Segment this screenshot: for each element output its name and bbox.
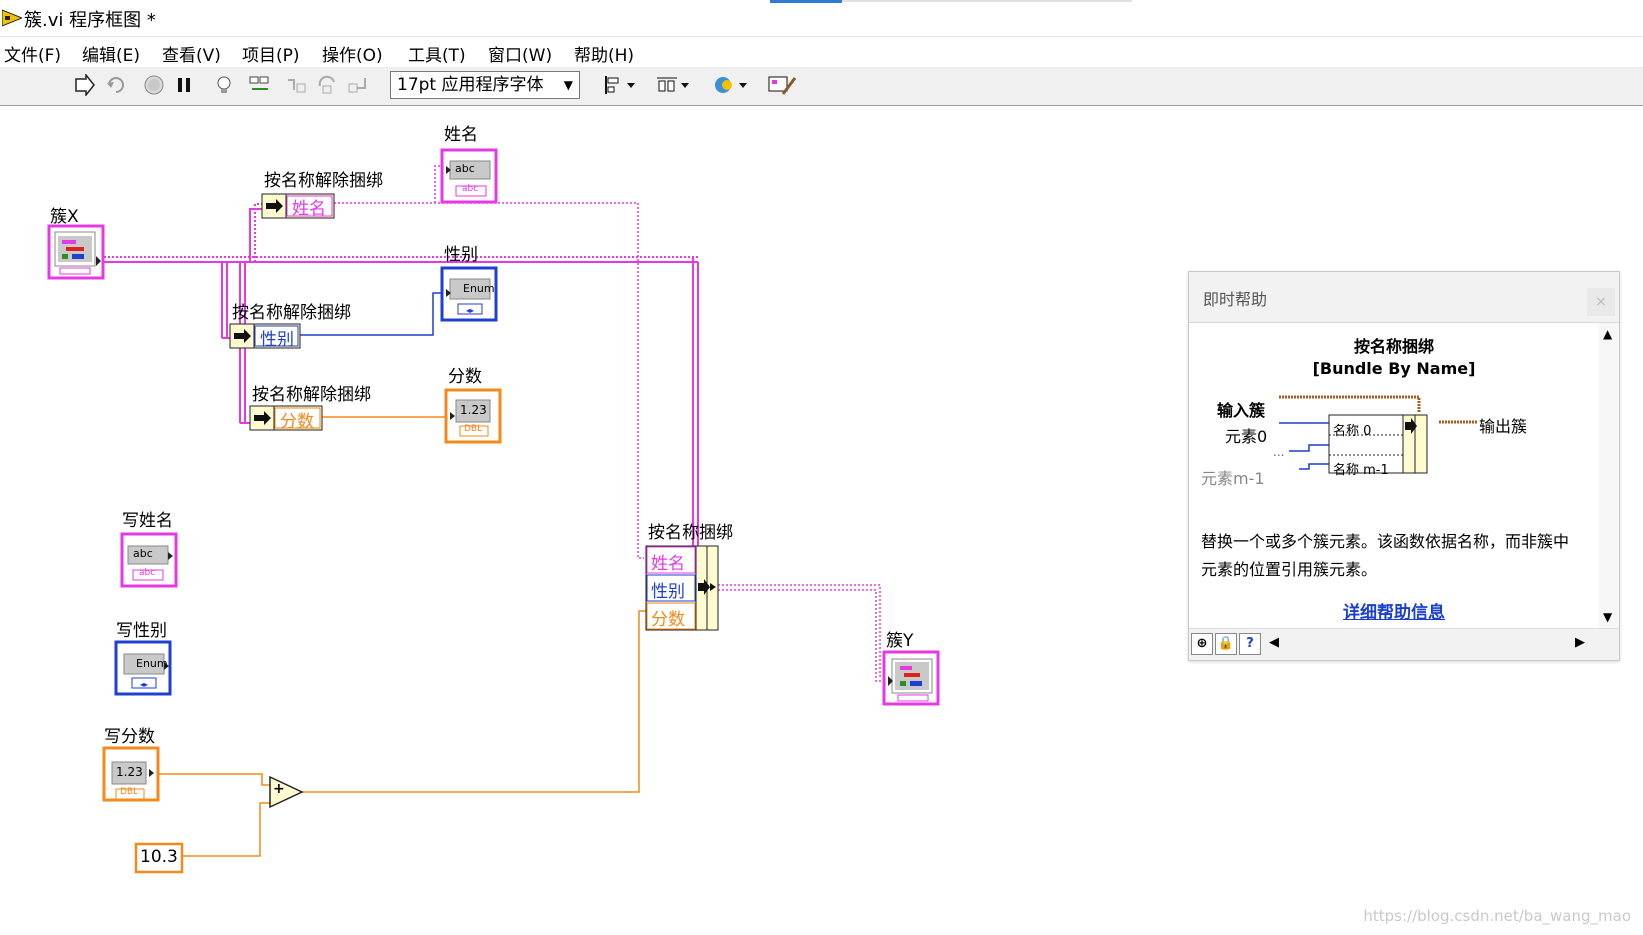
reorder-icon[interactable] xyxy=(712,73,750,97)
name-indicator[interactable] xyxy=(440,148,498,204)
unbundle3-element[interactable]: 分数 xyxy=(280,407,314,432)
function-name: 按名称捆绑 xyxy=(1353,337,1434,356)
scroll-down-icon[interactable]: ▼ xyxy=(1603,610,1612,624)
cluster-y-indicator[interactable] xyxy=(882,650,940,706)
function-name-en: [Bundle By Name] xyxy=(1312,359,1476,378)
cluster-x-control[interactable] xyxy=(47,224,105,280)
numeric-constant[interactable]: 10.3 xyxy=(140,847,178,867)
unbundle2-element[interactable]: 性别 xyxy=(260,325,294,350)
clean-up-diagram-icon[interactable] xyxy=(766,73,798,97)
write-name-label: 写姓名 xyxy=(122,511,173,531)
write-score-label: 写分数 xyxy=(104,727,155,747)
write-name-text: abc xyxy=(133,547,153,560)
scroll-left-icon[interactable]: ◀ xyxy=(1269,635,1279,650)
menu-window[interactable]: 窗口(W) xyxy=(488,41,552,66)
detailed-help-button[interactable]: ? xyxy=(1239,633,1261,655)
function-description: 替换一个或多个簇元素。该函数依据名称，而非簇中元素的位置引用簇元素。 xyxy=(1201,532,1570,579)
unbundle2-title: 按名称解除捆绑 xyxy=(232,303,351,323)
unbundle1-element[interactable]: 姓名 xyxy=(292,194,326,219)
name-indicator-label: 姓名 xyxy=(444,125,478,145)
write-sex-text: Enum xyxy=(136,657,168,670)
name-indicator-type: abc xyxy=(462,184,479,194)
distribute-objects-icon[interactable] xyxy=(654,73,692,97)
context-help-body: 按名称捆绑 [Bundle By Name] 输入簇 元素0 ... 元素m-1… xyxy=(1189,323,1599,628)
write-sex-label: 写性别 xyxy=(116,621,167,641)
step-out-icon[interactable] xyxy=(346,73,370,97)
menu-project[interactable]: 项目(P) xyxy=(242,41,300,66)
align-objects-icon[interactable] xyxy=(602,73,638,97)
context-help-title: 即时帮助 xyxy=(1203,290,1268,309)
menu-operate[interactable]: 操作(O) xyxy=(322,41,383,66)
name-indicator-text: abc xyxy=(455,162,475,175)
window-title: 簇.vi 程序框图 * xyxy=(24,10,156,31)
step-into-icon[interactable] xyxy=(284,73,308,97)
watermark: https://blog.csdn.net/ba_wang_mao xyxy=(1363,907,1631,925)
write-name-type: abc xyxy=(139,568,156,578)
tab-strip xyxy=(842,0,1132,2)
name0-label: 名称 0 xyxy=(1333,424,1372,439)
context-help-header: 即时帮助 × xyxy=(1189,272,1619,323)
run-arrow-icon[interactable] xyxy=(72,73,96,97)
toolbar: 17pt 应用程序字体 ▼ xyxy=(0,67,1643,106)
chevron-down-icon: ▼ xyxy=(563,78,573,92)
labview-vi-icon xyxy=(2,9,22,27)
score-indicator-label: 分数 xyxy=(448,367,482,387)
menu-edit[interactable]: 编辑(E) xyxy=(82,41,140,66)
step-over-icon[interactable] xyxy=(316,73,340,97)
add-symbol: + xyxy=(273,781,285,797)
ellipsis-label: ... xyxy=(1273,445,1285,459)
scroll-right-icon[interactable]: ▶ xyxy=(1575,635,1585,650)
menu-help[interactable]: 帮助(H) xyxy=(574,41,634,66)
unbundle3-title: 按名称解除捆绑 xyxy=(252,385,371,405)
bundle-title: 按名称捆绑 xyxy=(648,523,733,543)
dbl-wire xyxy=(157,416,646,857)
svg-text:◂▸: ◂▸ xyxy=(466,306,474,315)
context-help-window[interactable]: 即时帮助 × 按名称捆绑 [Bundle By Name] 输入簇 元素0 ..… xyxy=(1188,271,1620,661)
write-score-type: DBL xyxy=(120,787,139,797)
score-indicator-text: 1.23 xyxy=(460,403,487,417)
element0-label: 元素0 xyxy=(1225,427,1268,446)
svg-text:◂▸: ◂▸ xyxy=(140,680,148,689)
title-bar: 簇.vi 程序框图 * xyxy=(0,0,1643,36)
score-indicator-type: DBL xyxy=(464,424,483,434)
bundle-element-sex[interactable]: 性别 xyxy=(651,577,685,602)
close-icon[interactable]: × xyxy=(1587,288,1615,316)
pause-icon[interactable] xyxy=(172,73,196,97)
show-optional-terminals-icon[interactable]: ⊕ xyxy=(1191,633,1213,655)
font-selector[interactable]: 17pt 应用程序字体 ▼ xyxy=(390,71,580,99)
tab-indicator xyxy=(770,0,842,3)
cluster-x-label: 簇X xyxy=(50,207,79,227)
retain-wire-values-icon[interactable] xyxy=(248,73,272,97)
highlight-execution-icon[interactable] xyxy=(212,73,236,97)
cluster-y-label: 簇Y xyxy=(886,631,914,651)
vertical-scrollbar[interactable]: ▲ ▼ xyxy=(1599,323,1619,628)
input-cluster-label: 输入簇 xyxy=(1217,401,1266,420)
abort-icon[interactable] xyxy=(142,73,166,97)
cluster-wire xyxy=(100,203,699,546)
element-m1-label: 元素m-1 xyxy=(1201,469,1265,488)
string-wire xyxy=(334,165,884,682)
lock-help-icon[interactable]: 🔒 xyxy=(1215,633,1237,655)
run-continuous-icon[interactable] xyxy=(104,73,128,97)
write-name-control[interactable] xyxy=(120,532,178,588)
font-selector-value: 17pt 应用程序字体 xyxy=(397,75,544,95)
scroll-up-icon[interactable]: ▲ xyxy=(1603,327,1612,341)
name-m1-label: 名称 m-1 xyxy=(1333,463,1389,478)
menu-view[interactable]: 查看(V) xyxy=(162,41,221,66)
output-cluster-label: 输出簇 xyxy=(1479,417,1528,436)
menu-file[interactable]: 文件(F) xyxy=(4,41,61,66)
sex-indicator-label: 性别 xyxy=(444,245,478,265)
bundle-element-score[interactable]: 分数 xyxy=(651,605,685,630)
sex-indicator-text: Enum xyxy=(463,282,495,295)
context-help-footer: ⊕ 🔒 ? ◀ ▶ xyxy=(1189,628,1619,660)
bundle-element-name[interactable]: 姓名 xyxy=(651,549,685,574)
menu-bar: 文件(F) 编辑(E) 查看(V) 项目(P) 操作(O) 工具(T) 窗口(W… xyxy=(0,36,1643,67)
unbundle1-title: 按名称解除捆绑 xyxy=(264,171,383,191)
write-score-text: 1.23 xyxy=(116,765,143,779)
menu-tools[interactable]: 工具(T) xyxy=(408,41,466,66)
detailed-help-link[interactable]: 详细帮助信息 xyxy=(1189,598,1599,623)
